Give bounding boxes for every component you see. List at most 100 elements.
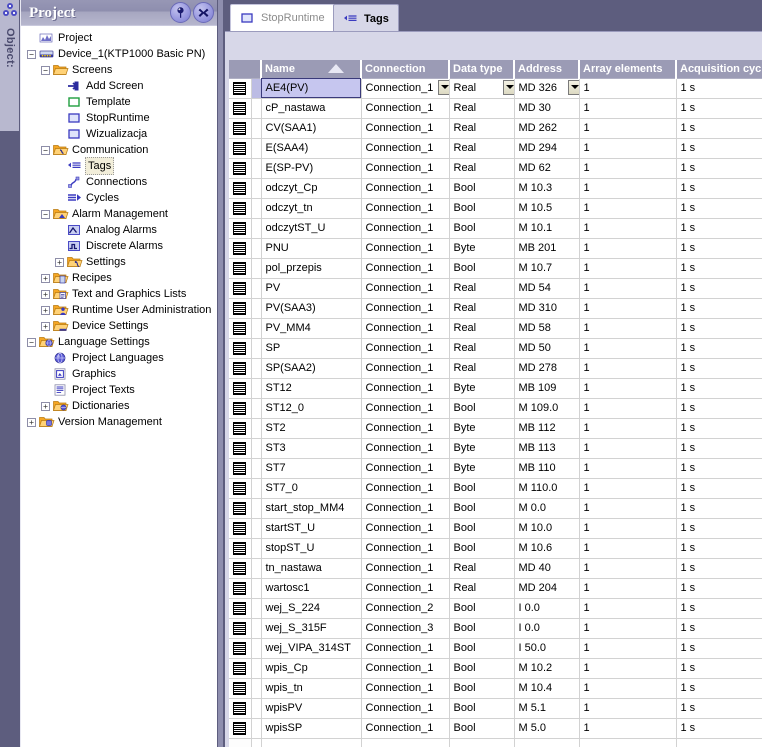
expand-icon[interactable]: +	[41, 321, 50, 331]
cell-acq[interactable]: 1 s	[676, 298, 762, 319]
cell-arrayel[interactable]: 1	[579, 478, 677, 499]
cell-acq[interactable]: 1 s	[676, 418, 762, 439]
row-selector-handle[interactable]	[229, 138, 252, 159]
cell-dtype[interactable]	[449, 738, 515, 747]
cell-addr[interactable]: I 0.0	[514, 598, 580, 619]
table-row[interactable]: E(SAA4) Connection_1 Real MD 294 1 1 s	[229, 138, 762, 159]
project-tree[interactable]: Project − Device_1(KTP1000 Basic PN) − Scree…	[21, 27, 218, 747]
tree-item-version-management[interactable]: + Version Management	[21, 414, 218, 430]
column-header-acq[interactable]: Acquisition cycle	[676, 60, 762, 79]
tree-item-project[interactable]: Project	[21, 30, 218, 46]
table-row[interactable]: ST3 Connection_1 Byte MB 113 1 1 s	[229, 438, 762, 459]
cell-conn[interactable]: Connection_2	[361, 598, 450, 619]
cell-addr[interactable]: I 50.0	[514, 638, 580, 659]
cell-acq[interactable]: 1 s	[676, 158, 762, 179]
cell-arrayel[interactable]: 1	[579, 298, 677, 319]
cell-name[interactable]: tn_nastawa	[261, 558, 362, 579]
cell-arrayel[interactable]: 1	[579, 598, 677, 619]
row-selector-handle[interactable]	[229, 98, 252, 119]
tree-item-communication[interactable]: − Communication	[21, 142, 218, 158]
cell-arrayel[interactable]: 1	[579, 378, 677, 399]
table-row[interactable]: ST7 Connection_1 Byte MB 110 1 1 s	[229, 458, 762, 479]
cell-conn[interactable]: Connection_1	[361, 718, 450, 739]
cell-addr[interactable]: MD 30	[514, 98, 580, 119]
cell-acq[interactable]: 1 s	[676, 518, 762, 539]
cell-conn[interactable]: Connection_3	[361, 618, 450, 639]
cell-addr[interactable]: M 110.0	[514, 478, 580, 499]
close-button[interactable]	[193, 2, 214, 23]
cell-conn[interactable]: Connection_1	[361, 398, 450, 419]
table-row[interactable]: PV Connection_1 Real MD 54 1 1 s	[229, 278, 762, 299]
collapse-icon[interactable]: −	[27, 49, 36, 59]
row-select-header[interactable]	[229, 60, 262, 79]
cell-arrayel[interactable]: 1	[579, 458, 677, 479]
cell-dtype[interactable]: Byte	[449, 418, 515, 439]
cell-addr[interactable]: M 10.1	[514, 218, 580, 239]
cell-name[interactable]: ST12	[261, 378, 362, 399]
cell-addr[interactable]: MD 278	[514, 358, 580, 379]
tree-item-cycles[interactable]: Cycles	[21, 190, 218, 206]
cell-acq[interactable]: 1 s	[676, 598, 762, 619]
cell-arrayel[interactable]: 1	[579, 338, 677, 359]
table-row[interactable]: start_stop_MM4 Connection_1 Bool M 0.0 1 1 s	[229, 498, 762, 519]
column-header-dtype[interactable]: Data type	[449, 60, 515, 79]
cell-conn[interactable]: Connection_1	[361, 638, 450, 659]
cell-name[interactable]: ST7	[261, 458, 362, 479]
table-row[interactable]: wej_S_224 Connection_2 Bool I 0.0 1 1 s	[229, 598, 762, 619]
cell-dtype[interactable]: Bool	[449, 518, 515, 539]
tree-item-tags[interactable]: Tags	[21, 157, 218, 175]
row-selector-handle[interactable]	[229, 318, 252, 339]
tree-item-graphics[interactable]: Graphics	[21, 366, 218, 382]
cell-dtype[interactable]: Real	[449, 358, 515, 379]
cell-name[interactable]: wej_S_315F	[261, 618, 362, 639]
cell-arrayel[interactable]: 1	[579, 238, 677, 259]
cell-name[interactable]: wpisPV	[261, 698, 362, 719]
cell-name[interactable]: SP	[261, 338, 362, 359]
cell-arrayel[interactable]: 1	[579, 258, 677, 279]
cell-name[interactable]: ST3	[261, 438, 362, 459]
cell-name[interactable]: wpisSP	[261, 718, 362, 739]
cell-addr[interactable]: M 10.3	[514, 178, 580, 199]
cell-name[interactable]: startST_U	[261, 518, 362, 539]
table-row[interactable]: wpisSP Connection_1 Bool M 5.0 1 1 s	[229, 718, 762, 739]
cell-arrayel[interactable]: 1	[579, 638, 677, 659]
cell-addr[interactable]: MD 310	[514, 298, 580, 319]
cell-addr[interactable]: MD 50	[514, 338, 580, 359]
cell-addr[interactable]: MB 109	[514, 378, 580, 399]
cell-conn[interactable]: Connection_1	[361, 538, 450, 559]
object-rail[interactable]: Object:	[0, 0, 20, 132]
cell-arrayel[interactable]: 1	[579, 198, 677, 219]
cell-dtype[interactable]: Bool	[449, 538, 515, 559]
cell-addr[interactable]: MD 62	[514, 158, 580, 179]
cell-conn[interactable]: Connection_1	[361, 278, 450, 299]
cell-addr[interactable]: I 0.0	[514, 618, 580, 639]
column-header-conn[interactable]: Connection	[361, 60, 450, 79]
cell-arrayel[interactable]: 1	[579, 418, 677, 439]
expand-icon[interactable]: +	[41, 289, 50, 299]
cell-acq[interactable]: 1 s	[676, 238, 762, 259]
cell-conn[interactable]: Connection_1	[361, 478, 450, 499]
row-selector-handle[interactable]	[229, 178, 252, 199]
expand-icon[interactable]: +	[41, 401, 50, 411]
row-selector-handle[interactable]	[229, 458, 252, 479]
expand-icon[interactable]: +	[55, 257, 64, 267]
cell-addr[interactable]: M 109.0	[514, 398, 580, 419]
tree-item-alarm-management[interactable]: − Alarm Management	[21, 206, 218, 222]
cell-name[interactable]: ST2	[261, 418, 362, 439]
cell-conn[interactable]: Connection_1	[361, 418, 450, 439]
cell-conn[interactable]: Connection_1	[361, 178, 450, 199]
cell-addr[interactable]: M 5.1	[514, 698, 580, 719]
cell-dtype[interactable]: Real	[449, 558, 515, 579]
cell-addr[interactable]: M 0.0	[514, 498, 580, 519]
tree-item-language-settings[interactable]: − Language Settings	[21, 334, 218, 350]
cell-arrayel[interactable]: 1	[579, 618, 677, 639]
cell-acq[interactable]: 1 s	[676, 578, 762, 599]
table-row[interactable]: wej_S_315F Connection_3 Bool I 0.0 1 1 s	[229, 618, 762, 639]
cell-conn[interactable]: Connection_1	[361, 198, 450, 219]
dropdown-button-addr[interactable]	[567, 79, 578, 95]
cell-addr[interactable]: MD 262	[514, 118, 580, 139]
cell-dtype[interactable]: Bool	[449, 598, 515, 619]
tree-item-add-screen[interactable]: Add Screen	[21, 78, 218, 94]
cell-dtype[interactable]: Real	[449, 338, 515, 359]
cell-conn[interactable]: Connection_1	[361, 118, 450, 139]
